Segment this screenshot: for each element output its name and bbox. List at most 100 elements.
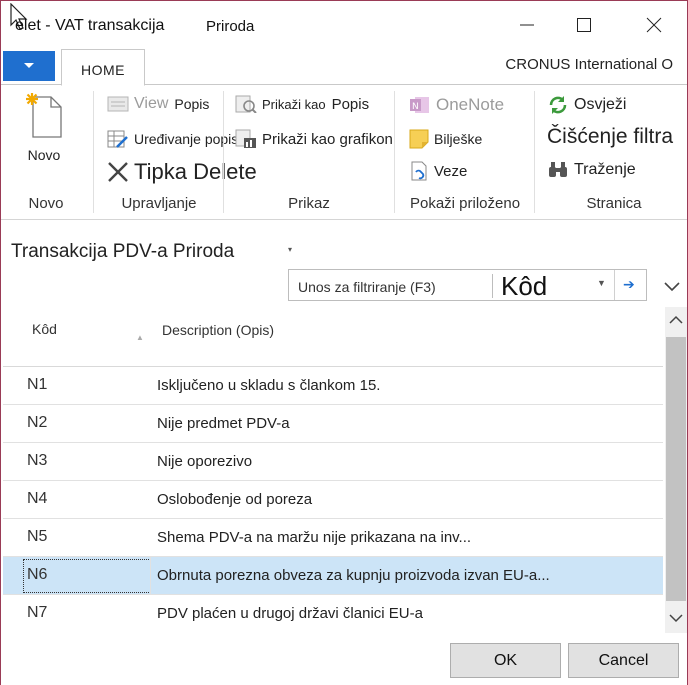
sort-ascending-icon: ▲	[136, 333, 144, 342]
group-title-prikaz: Prikaz	[288, 195, 330, 212]
scroll-down-icon[interactable]	[669, 613, 683, 623]
column-header-description[interactable]: Description (Opis)	[162, 322, 274, 338]
refresh-icon	[549, 96, 567, 114]
filter-divider	[492, 274, 493, 298]
scrollbar-thumb[interactable]	[666, 337, 686, 601]
maximize-icon	[577, 18, 591, 32]
ribbon-divider	[223, 91, 224, 213]
svg-text:N: N	[412, 102, 419, 112]
ribbon-group-novo: Novo Novo	[1, 85, 91, 220]
show-as-list-button[interactable]: Prikaži kao Popis	[235, 95, 369, 113]
table-row[interactable]: N3 Nije oporezivo	[3, 443, 663, 481]
edit-list-button[interactable]: Uređivanje popisa	[107, 129, 246, 149]
page-title: Transakcija PDV-a Priroda	[11, 241, 235, 262]
find-label: Traženje	[574, 161, 636, 178]
ribbon-group-prilozeno: N OneNote Bilješke Veze Pokaži priloženo	[397, 85, 533, 220]
links-label: Veze	[434, 162, 468, 180]
link-document-icon	[411, 161, 427, 181]
clear-filter-button[interactable]: Čišćenje filtra	[547, 125, 673, 149]
group-title-prilozeno: Pokaži priloženo	[409, 195, 521, 212]
cell-description[interactable]: Oslobođenje od poreza	[157, 491, 312, 508]
refresh-label: Osvježi	[574, 96, 627, 113]
links-button[interactable]: Veze	[409, 161, 467, 181]
show-as-chart-button[interactable]: Prikaži kao grafikon	[235, 129, 393, 149]
ribbon-tab-row: HOME CRONUS International O	[1, 49, 687, 86]
cell-description[interactable]: PDV plaćen u drugoj državi članici EU-a	[157, 605, 423, 622]
company-name: CRONUS International O	[505, 56, 673, 73]
table-row[interactable]: N5 Shema PDV-a na maržu nije prikazana n…	[3, 519, 663, 557]
column-header-code[interactable]: Kôd	[32, 321, 57, 337]
cell-description[interactable]: Nije predmet PDV-a	[157, 415, 290, 432]
filter-apply-arrow-icon[interactable]: ➔	[623, 276, 635, 293]
clear-filter-label: Čišćenje filtra	[547, 125, 674, 148]
page-title-caret-icon[interactable]: ▾	[288, 245, 292, 254]
onenote-label: OneNote	[436, 95, 505, 114]
edit-list-icon	[107, 130, 128, 148]
maximize-button[interactable]	[564, 9, 604, 41]
delete-x-icon	[108, 162, 128, 182]
cell-description[interactable]: Nije oporezivo	[157, 453, 252, 470]
tab-home[interactable]: HOME	[61, 49, 145, 86]
new-button[interactable]: Novo	[23, 91, 65, 163]
scroll-up-icon[interactable]	[669, 315, 683, 325]
show-as-list-label: Popis	[331, 95, 370, 113]
app-menu-button[interactable]	[3, 51, 55, 81]
filter-divider	[614, 270, 615, 300]
table-row[interactable]: N7 PDV plaćen u drugoj državi članici EU…	[3, 595, 663, 633]
view-button[interactable]: View Popis	[107, 95, 209, 113]
ribbon-group-upravljanje: View Popis Uređivanje popisa Tipka Delet…	[97, 85, 257, 220]
filter-input[interactable]: Unos za filtriranje (F3)	[298, 279, 436, 295]
notes-label: Bilješke	[434, 131, 483, 147]
table-row-selected[interactable]: N6 Obrnuta porezna obveza za kupnju proi…	[3, 557, 663, 595]
onenote-button[interactable]: N OneNote	[409, 95, 504, 115]
view-list-icon	[107, 96, 129, 112]
cancel-button[interactable]: Cancel	[568, 643, 679, 678]
close-icon	[646, 17, 662, 33]
group-title-upravljanje: Upravljanje	[121, 195, 197, 212]
ribbon: Novo Novo View Popis Uređivanje popisa T…	[1, 85, 687, 220]
window-title: elet - VAT transakcija	[15, 17, 165, 34]
collapse-chevron-icon[interactable]	[663, 281, 681, 293]
table-row[interactable]: N4 Oslobođenje od poreza	[3, 481, 663, 519]
data-grid: Kôd ▲ Description (Opis) N1 Isključeno u…	[3, 307, 663, 633]
table-row[interactable]: N2 Nije predmet PDV-a	[3, 405, 663, 443]
dialog-window: elet - VAT transakcija Priroda HOME CRON…	[0, 0, 688, 685]
cell-code[interactable]: N6	[27, 566, 47, 584]
window-subtitle: Priroda	[206, 18, 255, 35]
cell-code[interactable]: N4	[27, 490, 47, 508]
onenote-icon: N	[410, 97, 429, 113]
cell-code[interactable]: N5	[27, 528, 47, 546]
ribbon-group-stranica: Osvježi Čišćenje filtra Traženje Stranic…	[541, 85, 687, 220]
close-button[interactable]	[634, 9, 674, 41]
dialog-footer: OK Cancel	[1, 633, 687, 685]
ribbon-group-prikaz: Prikaži kao Popis Prikaži kao grafikon P…	[227, 85, 393, 220]
minimize-button[interactable]	[507, 9, 547, 41]
show-list-icon	[235, 95, 257, 113]
cell-description[interactable]: Obrnuta porezna obveza za kupnju proizvo…	[157, 567, 550, 584]
table-row[interactable]: N1 Isključeno u skladu s člankom 15.	[3, 367, 663, 405]
cell-code[interactable]: N7	[27, 604, 47, 622]
cell-code[interactable]: N2	[27, 414, 47, 432]
refresh-button[interactable]: Osvježi	[547, 95, 626, 115]
filter-field-dropdown-icon[interactable]: ▼	[597, 278, 606, 288]
cell-code[interactable]: N3	[27, 452, 47, 470]
vertical-scrollbar[interactable]	[665, 307, 687, 633]
grid-header: Kôd ▲ Description (Opis)	[3, 307, 663, 367]
ok-button[interactable]: OK	[450, 643, 561, 678]
cell-code[interactable]: N1	[27, 376, 47, 394]
ribbon-divider	[534, 91, 535, 213]
view-list-label: Popis	[174, 96, 210, 112]
ribbon-divider	[394, 91, 395, 213]
group-title-stranica: Stranica	[586, 195, 642, 212]
filter-field-select[interactable]: Kôd	[501, 271, 547, 302]
cell-description[interactable]: Shema PDV-a na maržu nije prikazana na i…	[157, 529, 471, 546]
find-button[interactable]: Traženje	[547, 161, 636, 179]
new-document-icon	[26, 93, 62, 138]
cell-divider	[150, 557, 151, 595]
cell-description[interactable]: Isključeno u skladu s člankom 15.	[157, 377, 380, 394]
view-button-label: View	[134, 95, 169, 112]
notes-button[interactable]: Bilješke	[409, 129, 482, 149]
show-chart-icon	[235, 129, 256, 148]
binoculars-icon	[549, 162, 567, 177]
show-as-chart-label: Prikaži kao grafikon	[262, 130, 393, 148]
